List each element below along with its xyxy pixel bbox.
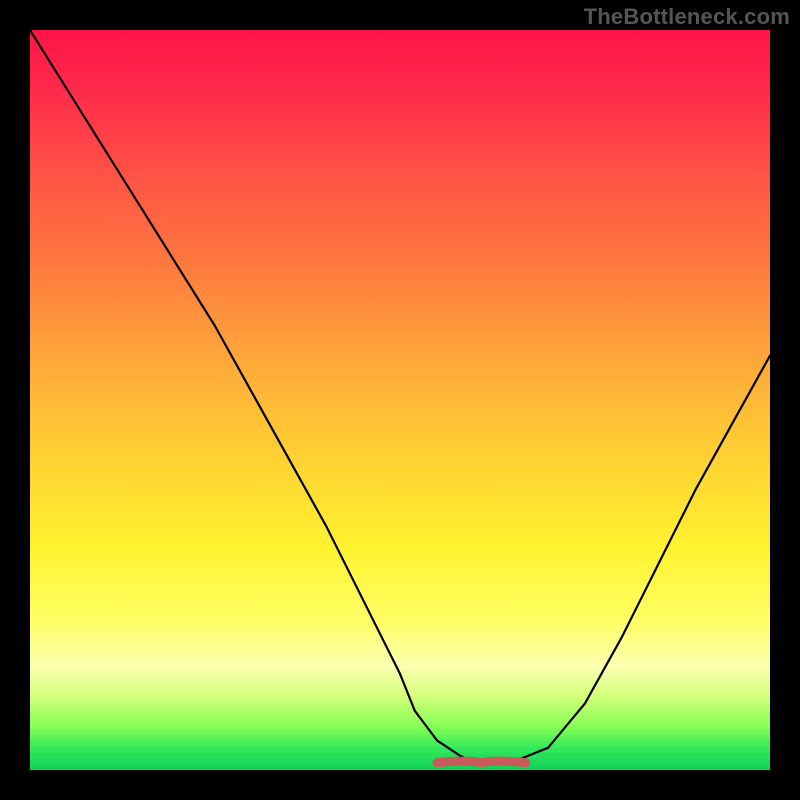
chart-frame: TheBottleneck.com: [0, 0, 800, 800]
watermark-label: TheBottleneck.com: [584, 4, 790, 30]
curve-layer: [30, 30, 770, 770]
flat-valley-highlight: [437, 761, 526, 763]
bottleneck-curve: [30, 30, 770, 763]
plot-area: [30, 30, 770, 770]
